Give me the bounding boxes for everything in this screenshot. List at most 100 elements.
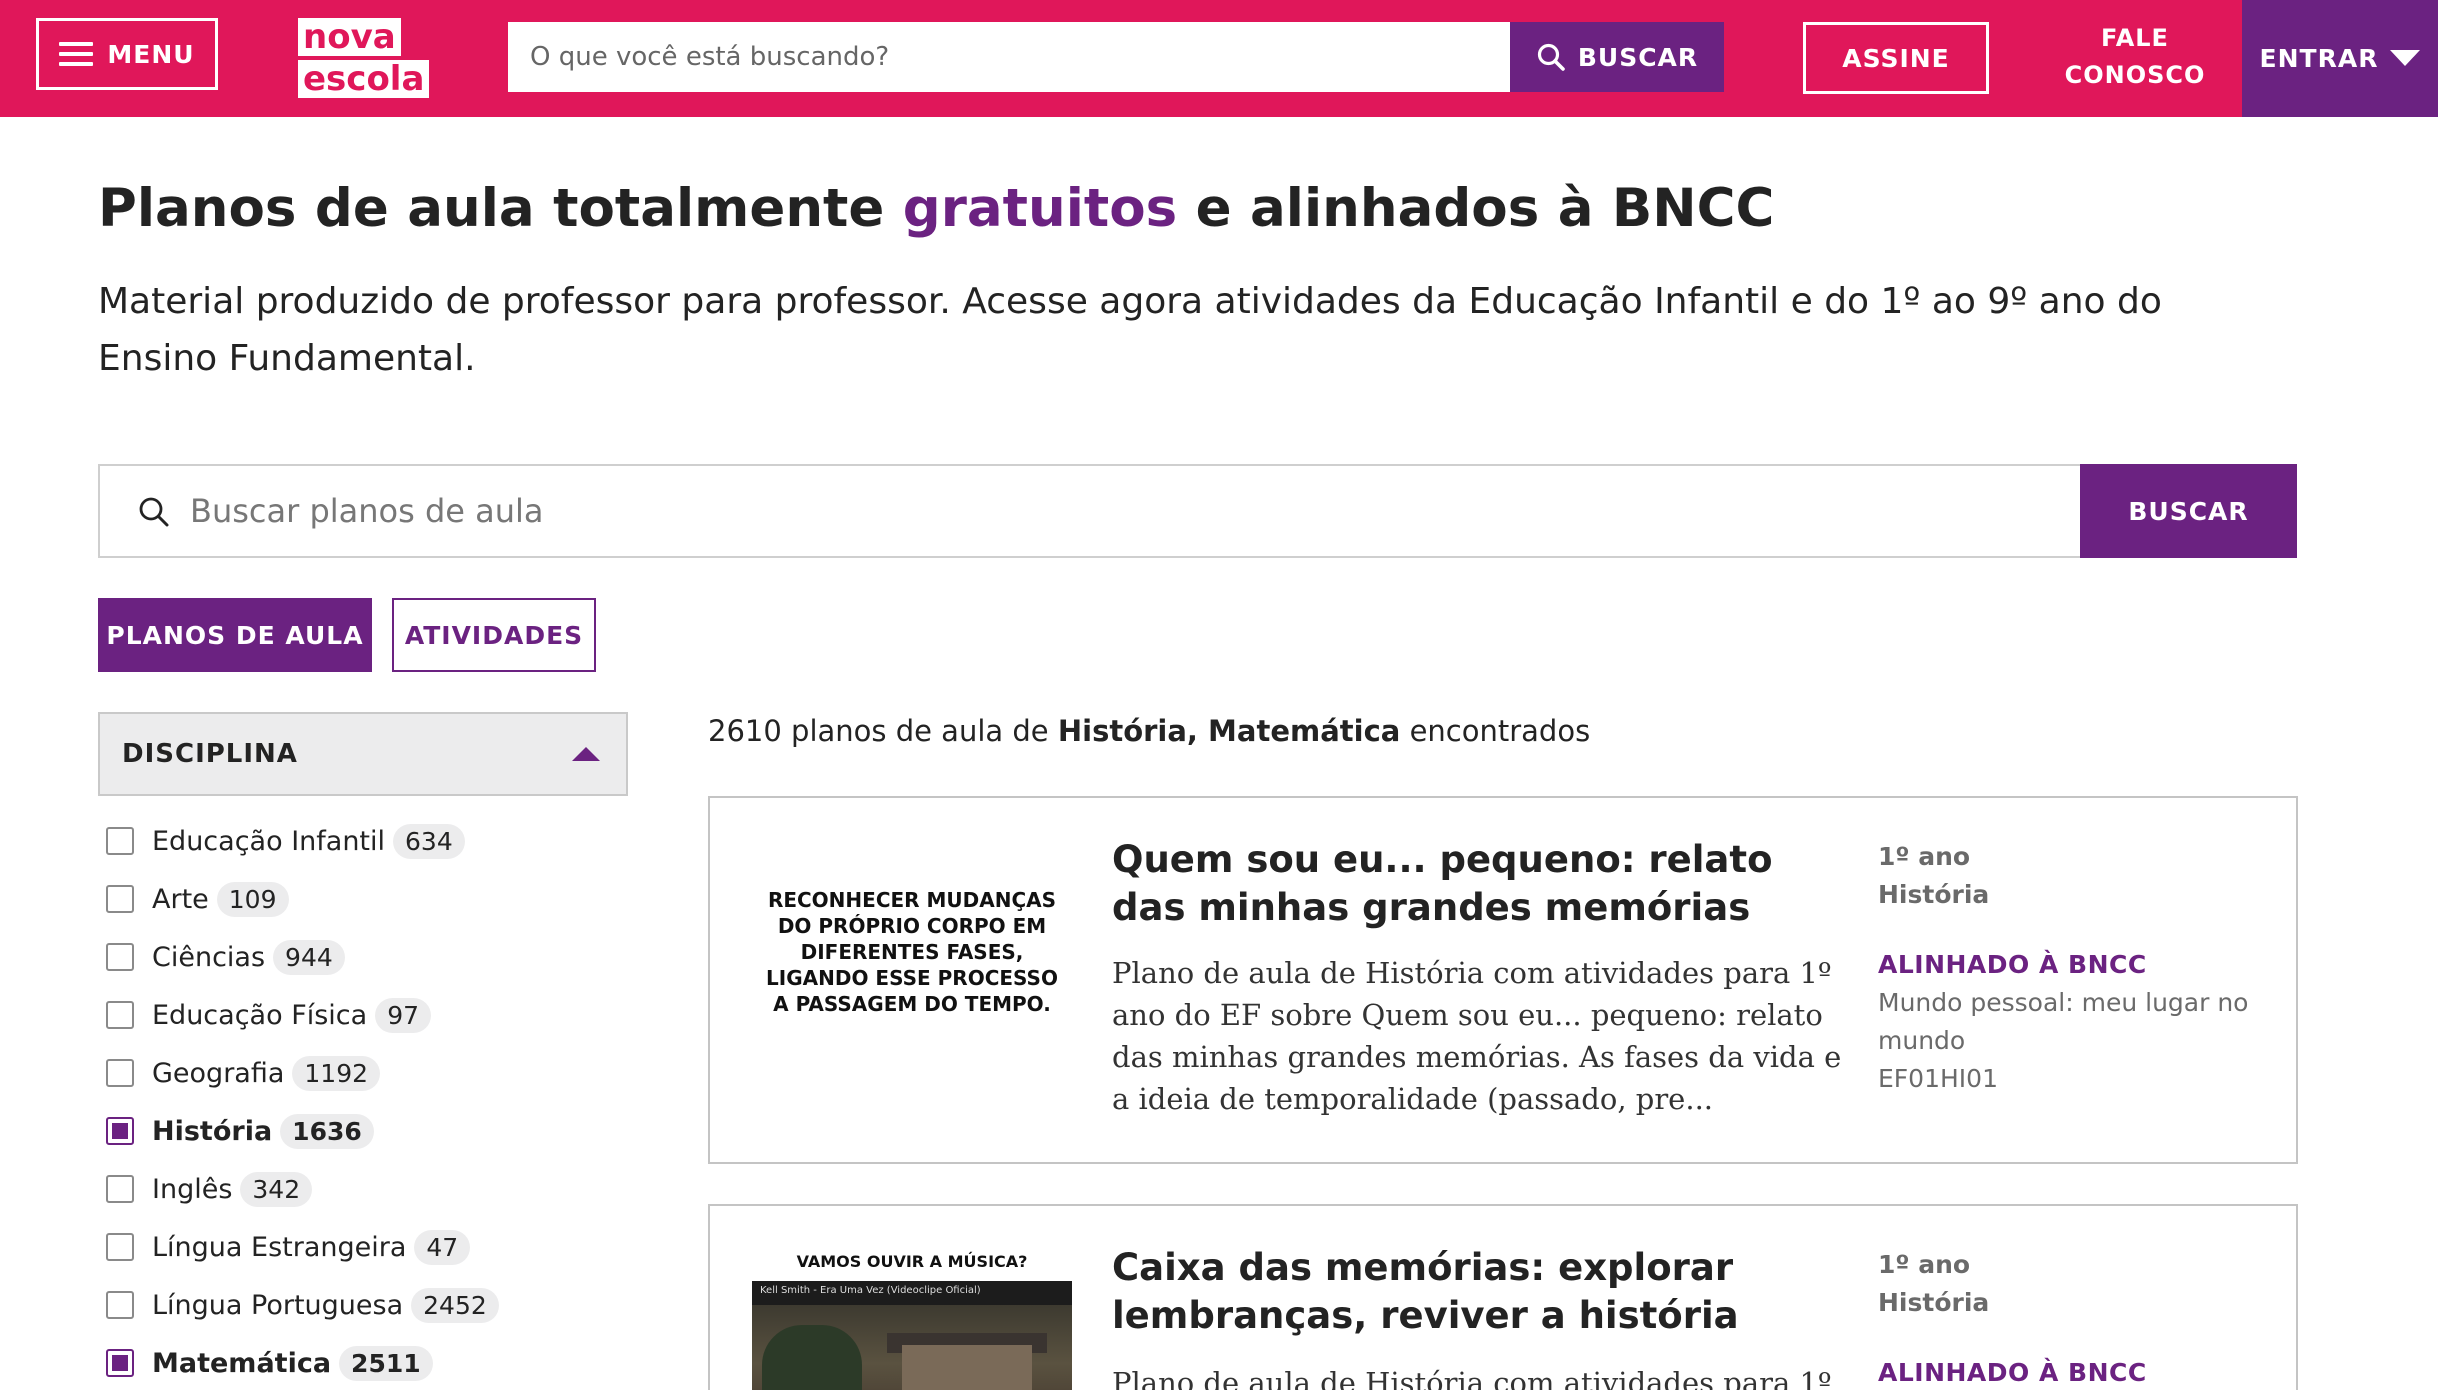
lesson-subject: História <box>1878 1288 1990 1317</box>
filter-item-lingua-estrangeira[interactable]: Língua Estrangeira 47 <box>106 1218 626 1276</box>
filter-item-historia[interactable]: História 1636 <box>106 1102 626 1160</box>
filter-count: 47 <box>414 1229 471 1265</box>
checkbox[interactable] <box>106 1175 134 1203</box>
checkbox[interactable] <box>106 943 134 971</box>
results-text-end: encontrados <box>1400 714 1591 748</box>
checkbox[interactable] <box>106 1291 134 1319</box>
search-icon <box>139 497 169 527</box>
header-search-button[interactable]: BUSCAR <box>1510 22 1724 92</box>
lesson-search-button-label: BUSCAR <box>2128 496 2249 526</box>
lesson-grade: 1º ano <box>1878 1250 1971 1279</box>
filter-count: 2452 <box>411 1287 499 1323</box>
lesson-card[interactable]: RECONHECER MUDANÇAS DO PRÓPRIO CORPO EM … <box>708 796 2298 1164</box>
lesson-search-button[interactable]: BUSCAR <box>2080 464 2297 558</box>
tab-planos-de-aula[interactable]: PLANOS DE AULA <box>98 598 372 672</box>
title-highlight: gratuitos <box>902 178 1178 239</box>
caret-down-icon <box>2390 49 2421 66</box>
filter-label: História <box>152 1115 273 1147</box>
page-subtitle: Material produzido de professor para pro… <box>98 281 2162 379</box>
assine-button[interactable]: ASSINE <box>1803 22 1989 94</box>
nova-escola-logo[interactable]: nova escola <box>298 18 430 98</box>
header-search-input[interactable] <box>510 24 1508 90</box>
lesson-title[interactable]: Caixa das memórias: explorar lembranças,… <box>1112 1244 1842 1340</box>
checkbox[interactable] <box>106 1233 134 1261</box>
header-search-button-label: BUSCAR <box>1577 42 1699 72</box>
tab-atividades-label: ATIVIDADES <box>404 620 584 650</box>
filter-count: 634 <box>393 823 465 859</box>
title-prefix: Planos de aula totalmente <box>98 178 903 239</box>
fale-line1: FALE <box>2101 24 2169 52</box>
assine-label: ASSINE <box>1842 43 1950 73</box>
logo-line1: nova <box>298 18 401 56</box>
lesson-card[interactable]: VAMOS OUVIR A MÚSICA? Kell Smith - Era U… <box>708 1204 2298 1390</box>
lesson-search-input[interactable] <box>190 466 2070 556</box>
checkbox[interactable] <box>106 1001 134 1029</box>
lesson-description: Plano de aula de História com atividades… <box>1112 956 1842 1116</box>
filter-disciplina-header[interactable]: DISCIPLINA <box>98 712 628 796</box>
video-title: Kell Smith - Era Uma Vez (Videoclipe Ofi… <box>760 1285 981 1296</box>
fale-conosco-link[interactable]: FALE CONOSCO <box>2050 20 2220 96</box>
video-scene <box>752 1305 1072 1390</box>
filter-item-geografia[interactable]: Geografia 1192 <box>106 1044 626 1102</box>
filter-item-matematica[interactable]: Matemática 2511 <box>106 1334 626 1390</box>
lesson-meta: 1º ano História ALINHADO À BNCC <box>1878 1246 2278 1390</box>
checkbox[interactable] <box>106 827 134 855</box>
checkbox[interactable] <box>106 885 134 913</box>
filter-disciplina-list: Educação Infantil 634 Arte 109 Ciências … <box>106 812 626 1390</box>
filter-label: Geografia <box>152 1057 285 1089</box>
lesson-description: Plano de aula de História com atividades… <box>1112 1366 1832 1390</box>
filter-item-educacao-fisica[interactable]: Educação Física 97 <box>106 986 626 1044</box>
bncc-label: ALINHADO À BNCC <box>1878 950 2147 979</box>
filter-item-ciencias[interactable]: Ciências 944 <box>106 928 626 986</box>
results-number: 2610 <box>708 714 782 748</box>
filter-count: 1192 <box>292 1055 381 1091</box>
lesson-thumbnail[interactable]: VAMOS OUVIR A MÚSICA? Kell Smith - Era U… <box>752 1252 1072 1390</box>
page-title: Planos de aula totalmente gratuitos e al… <box>98 178 1774 239</box>
lesson-search-box <box>98 464 2098 558</box>
menu-button[interactable]: MENU <box>36 18 218 90</box>
lesson-thumbnail[interactable]: RECONHECER MUDANÇAS DO PRÓPRIO CORPO EM … <box>752 872 1072 1032</box>
filter-count: 2511 <box>339 1345 433 1381</box>
top-header: MENU nova escola BUSCAR ASSINE FALE CONO… <box>0 0 2438 117</box>
filter-label: Inglês <box>152 1173 233 1205</box>
video-thumbnail[interactable]: Kell Smith - Era Uma Vez (Videoclipe Ofi… <box>752 1281 1072 1390</box>
filter-item-ingles[interactable]: Inglês 342 <box>106 1160 626 1218</box>
tree-shape <box>762 1325 862 1390</box>
filter-label: Língua Estrangeira <box>152 1231 407 1263</box>
checkbox-checked[interactable] <box>106 1349 134 1377</box>
filter-label: Ciências <box>152 941 266 973</box>
filter-label: Educação Física <box>152 999 368 1031</box>
tab-atividades[interactable]: ATIVIDADES <box>392 598 596 672</box>
bncc-label: ALINHADO À BNCC <box>1878 1358 2147 1387</box>
filter-label: Língua Portuguesa <box>152 1289 404 1321</box>
entrar-button[interactable]: ENTRAR <box>2242 0 2438 117</box>
filter-item-arte[interactable]: Arte 109 <box>106 870 626 928</box>
lesson-meta: 1º ano História ALINHADO À BNCC Mundo pe… <box>1878 838 2278 1098</box>
house-shape <box>902 1345 1032 1390</box>
bncc-context: Mundo pessoal: meu lugar no mundo <box>1878 988 2249 1055</box>
filter-label: Matemática <box>152 1347 332 1379</box>
filter-count: 944 <box>273 939 345 975</box>
fale-line2: CONOSCO <box>2064 61 2206 89</box>
checkbox-checked[interactable] <box>106 1117 134 1145</box>
filter-item-lingua-portuguesa[interactable]: Língua Portuguesa 2452 <box>106 1276 626 1334</box>
filter-count: 109 <box>216 881 289 917</box>
chevron-up-icon <box>572 747 600 761</box>
logo-line2: escola <box>298 60 430 98</box>
checkbox[interactable] <box>106 1059 134 1087</box>
results-text-mid: planos de aula de <box>781 714 1058 748</box>
filter-count: 1636 <box>280 1113 374 1149</box>
thumbnail-text: RECONHECER MUDANÇAS DO PRÓPRIO CORPO EM … <box>766 888 1058 1016</box>
search-icon <box>1537 43 1565 71</box>
thumbnail-caption: VAMOS OUVIR A MÚSICA? <box>796 1252 1028 1271</box>
lesson-title[interactable]: Quem sou eu... pequeno: relato das minha… <box>1112 836 1842 932</box>
filter-label: Educação Infantil <box>152 825 386 857</box>
tab-planos-label: PLANOS DE AULA <box>106 620 364 650</box>
title-suffix: e alinhados à BNCC <box>1177 178 1775 239</box>
menu-label: MENU <box>107 39 195 69</box>
results-count: 2610 planos de aula de História, Matemát… <box>708 714 1590 748</box>
lesson-subject: História <box>1878 880 1990 909</box>
filter-count: 97 <box>375 997 431 1033</box>
lesson-grade: 1º ano <box>1878 842 1971 871</box>
filter-item-educacao-infantil[interactable]: Educação Infantil 634 <box>106 812 626 870</box>
